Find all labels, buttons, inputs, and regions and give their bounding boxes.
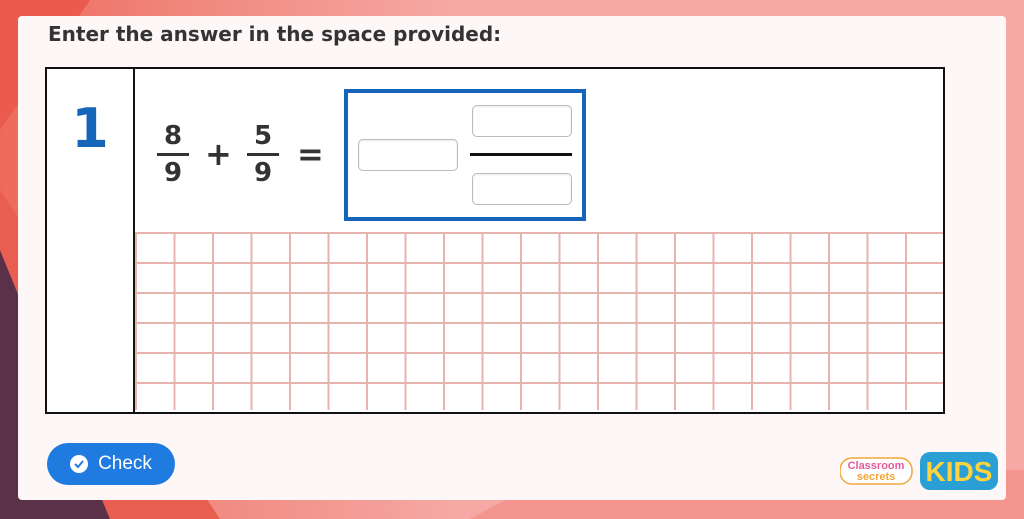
denominator-input[interactable] <box>472 173 572 205</box>
check-circle-icon <box>70 455 89 473</box>
equals-sign: = <box>297 135 324 173</box>
check-button[interactable]: Check <box>47 443 175 485</box>
answer-frame <box>344 89 586 221</box>
whole-number-input[interactable] <box>358 139 458 171</box>
operator-plus: + <box>205 135 232 173</box>
classroom-secrets-kids-logo: Classroom secrets KIDS <box>839 450 1000 492</box>
logo-badge: KIDS <box>926 456 993 487</box>
fraction-b-denominator: 9 <box>253 158 273 188</box>
check-button-label: Check <box>98 453 152 474</box>
fraction-b-bar <box>247 153 279 156</box>
logo-line2: secrets <box>857 471 896 483</box>
fraction-a-bar <box>157 153 189 156</box>
fraction-a-numerator: 8 <box>163 121 183 151</box>
fraction-a: 8 9 <box>153 121 193 188</box>
question-number-column: 1 <box>47 69 135 412</box>
fraction-b: 5 9 <box>243 121 283 188</box>
fraction-b-numerator: 5 <box>253 121 273 151</box>
answer-fraction-bar <box>470 153 572 156</box>
working-grid <box>135 232 943 410</box>
question-number: 1 <box>71 97 109 160</box>
fraction-a-denominator: 9 <box>163 158 183 188</box>
instruction-text: Enter the answer in the space provided: <box>48 22 502 46</box>
numerator-input[interactable] <box>472 105 572 137</box>
question-box: 1 8 9 + 5 9 = <box>45 67 945 414</box>
